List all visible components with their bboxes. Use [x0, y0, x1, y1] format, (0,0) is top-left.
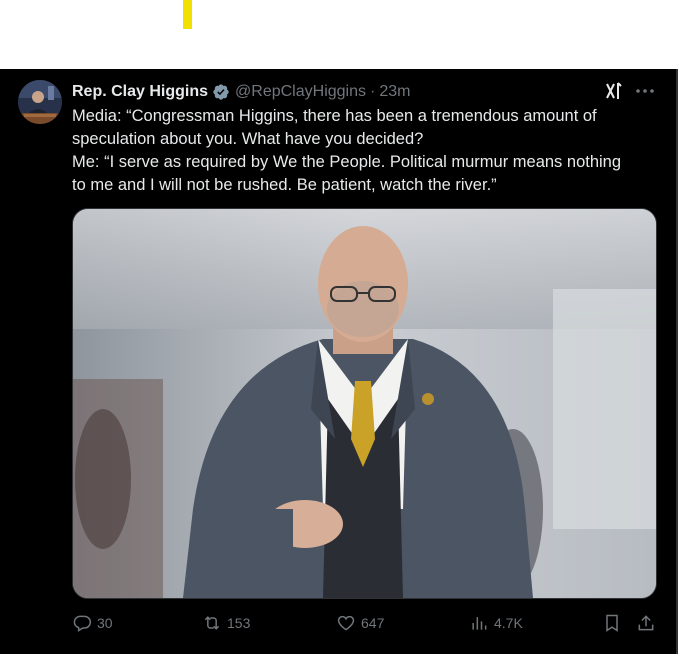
views-button[interactable]: 4.7K [469, 612, 523, 634]
repost-button[interactable]: 153 [202, 612, 250, 634]
grok-icon[interactable] [604, 81, 624, 101]
like-count: 647 [361, 615, 385, 631]
tweet-header: Rep. Clay Higgins @RepClayHiggins · 23m [72, 82, 410, 102]
share-button[interactable] [636, 612, 656, 634]
reply-button[interactable]: 30 [72, 612, 113, 634]
tweet-text-line: Media: “Congressman Higgins, there has b… [72, 107, 597, 125]
avatar[interactable] [18, 80, 62, 124]
bookmark-button[interactable] [602, 612, 622, 634]
action-bar: 30 153 647 4.7K [72, 612, 658, 634]
repost-icon [202, 613, 222, 633]
tweet-text: Media: “Congressman Higgins, there has b… [72, 105, 662, 197]
display-name[interactable]: Rep. Clay Higgins [72, 83, 208, 101]
repost-count: 153 [227, 615, 251, 631]
views-count: 4.7K [494, 615, 523, 631]
tweet-text-line: Me: “I serve as required by We the Peopl… [72, 153, 622, 171]
tweet-text-line: to me and I will not be rushed. Be patie… [72, 176, 497, 194]
separator: · [370, 83, 376, 100]
highlight-mark [183, 0, 192, 29]
views-icon [469, 613, 489, 633]
like-button[interactable]: 647 [336, 612, 384, 634]
reply-icon [72, 613, 92, 633]
timestamp[interactable]: 23m [379, 83, 410, 101]
verified-badge-icon [212, 83, 230, 101]
more-icon[interactable] [633, 81, 657, 101]
user-handle[interactable]: @RepClayHiggins [235, 83, 366, 101]
share-icon [636, 613, 656, 633]
reply-count: 30 [97, 615, 113, 631]
heart-icon [336, 613, 356, 633]
tweet-text-line: speculation about you. What have you dec… [72, 130, 424, 148]
tweet-photo[interactable] [72, 208, 657, 599]
tweet-card[interactable]: Rep. Clay Higgins @RepClayHiggins · 23m … [0, 69, 678, 654]
bookmark-icon [602, 613, 622, 633]
